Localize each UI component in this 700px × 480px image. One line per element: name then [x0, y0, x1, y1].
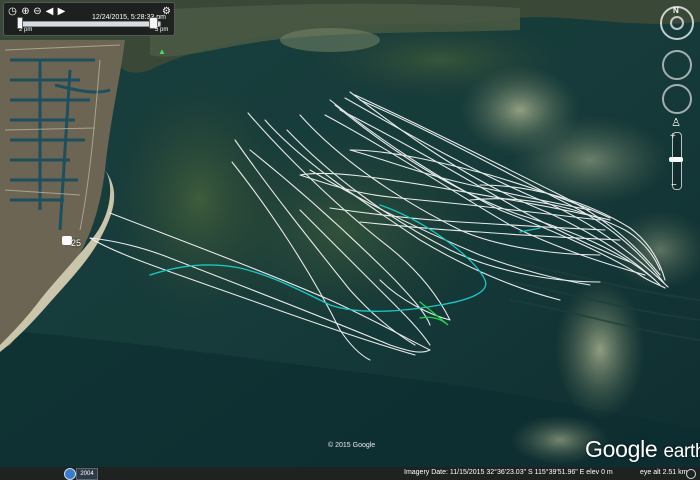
step-back-icon[interactable]: ◀ — [44, 6, 55, 17]
time-slider[interactable]: ◷ ⊕ ⊖ ◀ ▶ 12/24/2015, 5:28:33 pm ⚙ 2 pm … — [3, 2, 175, 36]
streaming-status-icon — [686, 469, 696, 479]
copyright-text: © 2015 Google — [328, 442, 376, 449]
street-view-person-icon[interactable]: ♙ — [671, 116, 681, 130]
play-icon[interactable]: ▶ — [56, 6, 67, 17]
zoom-in-time-icon[interactable]: ⊕ — [20, 6, 31, 17]
compass-icon[interactable]: N — [660, 6, 694, 40]
imagery-info: Imagery Date: 11/15/2015 32°36'23.03" S … — [404, 469, 613, 476]
imagery-year-badge[interactable]: 2004 — [76, 468, 98, 480]
move-joystick-icon[interactable] — [662, 84, 692, 114]
time-slider-track[interactable] — [19, 21, 161, 27]
wrench-icon[interactable]: ⚙ — [162, 6, 173, 17]
zoom-out-time-icon[interactable]: ⊖ — [32, 6, 43, 17]
zoom-slider-handle[interactable] — [669, 157, 683, 162]
marker-label: 25 — [71, 238, 82, 248]
status-bar: 2004 Imagery Date: 11/15/2015 32°36'23.0… — [0, 467, 700, 480]
green-arrow-icon: ▲ — [158, 47, 166, 56]
time-start-label: 2 pm — [19, 27, 33, 33]
historical-imagery-globe-icon[interactable] — [64, 468, 76, 480]
look-joystick-icon[interactable] — [662, 50, 692, 80]
compass-north-label: N — [673, 6, 679, 15]
google-earth-logo: Google earth — [585, 436, 700, 462]
zoom-out-icon[interactable]: − — [671, 180, 677, 191]
clock-icon[interactable]: ◷ — [7, 6, 18, 17]
sand-patch-north — [280, 28, 380, 52]
time-end-label: 5 pm — [155, 27, 169, 33]
shoal-east — [510, 115, 670, 205]
google-earth-view[interactable]: ▲ 25 ◷ ⊕ ⊖ ◀ ▶ 12/24/2015, 5:28:33 pm ⚙ … — [0, 0, 700, 480]
satellite-map[interactable] — [0, 0, 700, 480]
eye-altitude: eye alt 2.51 km — [640, 469, 688, 476]
